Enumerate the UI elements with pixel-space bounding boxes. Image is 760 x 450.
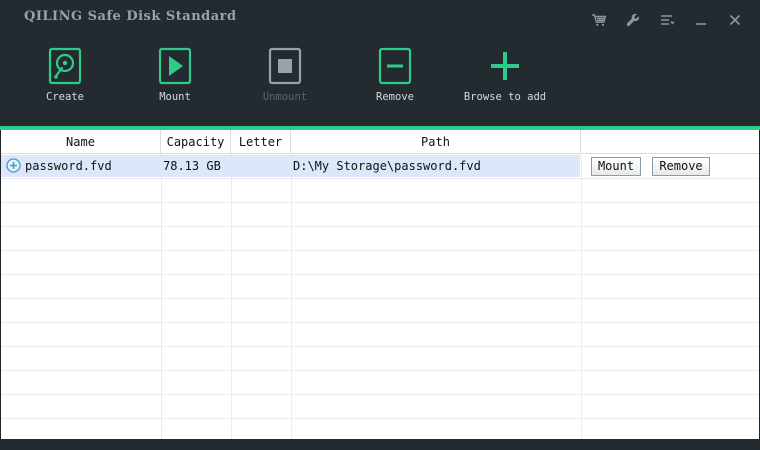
column-header-capacity[interactable]: Capacity (161, 130, 231, 154)
unmount-label: Unmount (262, 91, 308, 103)
browse-to-add-label: Browse to add (463, 91, 547, 103)
table-header: Name Capacity Letter Path (1, 130, 759, 154)
play-icon (155, 46, 195, 86)
stop-icon (265, 46, 305, 86)
mount-button[interactable]: Mount (125, 46, 225, 116)
column-header-name[interactable]: Name (1, 130, 161, 154)
row-path: D:\My Storage\password.fvd (293, 159, 481, 173)
row-capacity: 78.13 GB (163, 159, 221, 173)
minus-icon (375, 46, 415, 86)
create-label: Create (46, 91, 84, 103)
browse-to-add-button[interactable]: Browse to add (455, 46, 555, 116)
title-bar: QILING Safe Disk Standard (0, 0, 760, 38)
row-remove-button[interactable]: Remove (652, 157, 710, 176)
plus-icon (485, 46, 525, 86)
window-controls (582, 8, 752, 32)
remove-label: Remove (376, 91, 414, 103)
unmount-button[interactable]: Unmount (235, 46, 335, 116)
row-name: password.fvd (25, 159, 112, 173)
status-bar (0, 439, 760, 450)
disk-icon (45, 46, 85, 86)
table-body: password.fvd 78.13 GB D:\My Storage\pass… (1, 154, 759, 439)
mount-label: Mount (159, 91, 191, 103)
column-header-letter[interactable]: Letter (231, 130, 291, 154)
row-mount-button[interactable]: Mount (591, 157, 641, 176)
remove-button[interactable]: Remove (345, 46, 445, 116)
wrench-icon[interactable] (616, 8, 650, 32)
disk-list-table: Name Capacity Letter Path password.fvd 7… (1, 130, 759, 439)
column-header-actions (581, 130, 759, 154)
close-icon[interactable] (718, 8, 752, 32)
toolbar: Create Mount Unmount Remove Browse to ad… (0, 38, 760, 126)
expand-icon[interactable] (6, 158, 21, 173)
cart-icon[interactable] (582, 8, 616, 32)
app-title: QILING Safe Disk Standard (24, 9, 237, 24)
minimize-icon[interactable] (684, 8, 718, 32)
column-header-path[interactable]: Path (291, 130, 581, 154)
create-button[interactable]: Create (15, 46, 115, 116)
menu-icon[interactable] (650, 8, 684, 32)
